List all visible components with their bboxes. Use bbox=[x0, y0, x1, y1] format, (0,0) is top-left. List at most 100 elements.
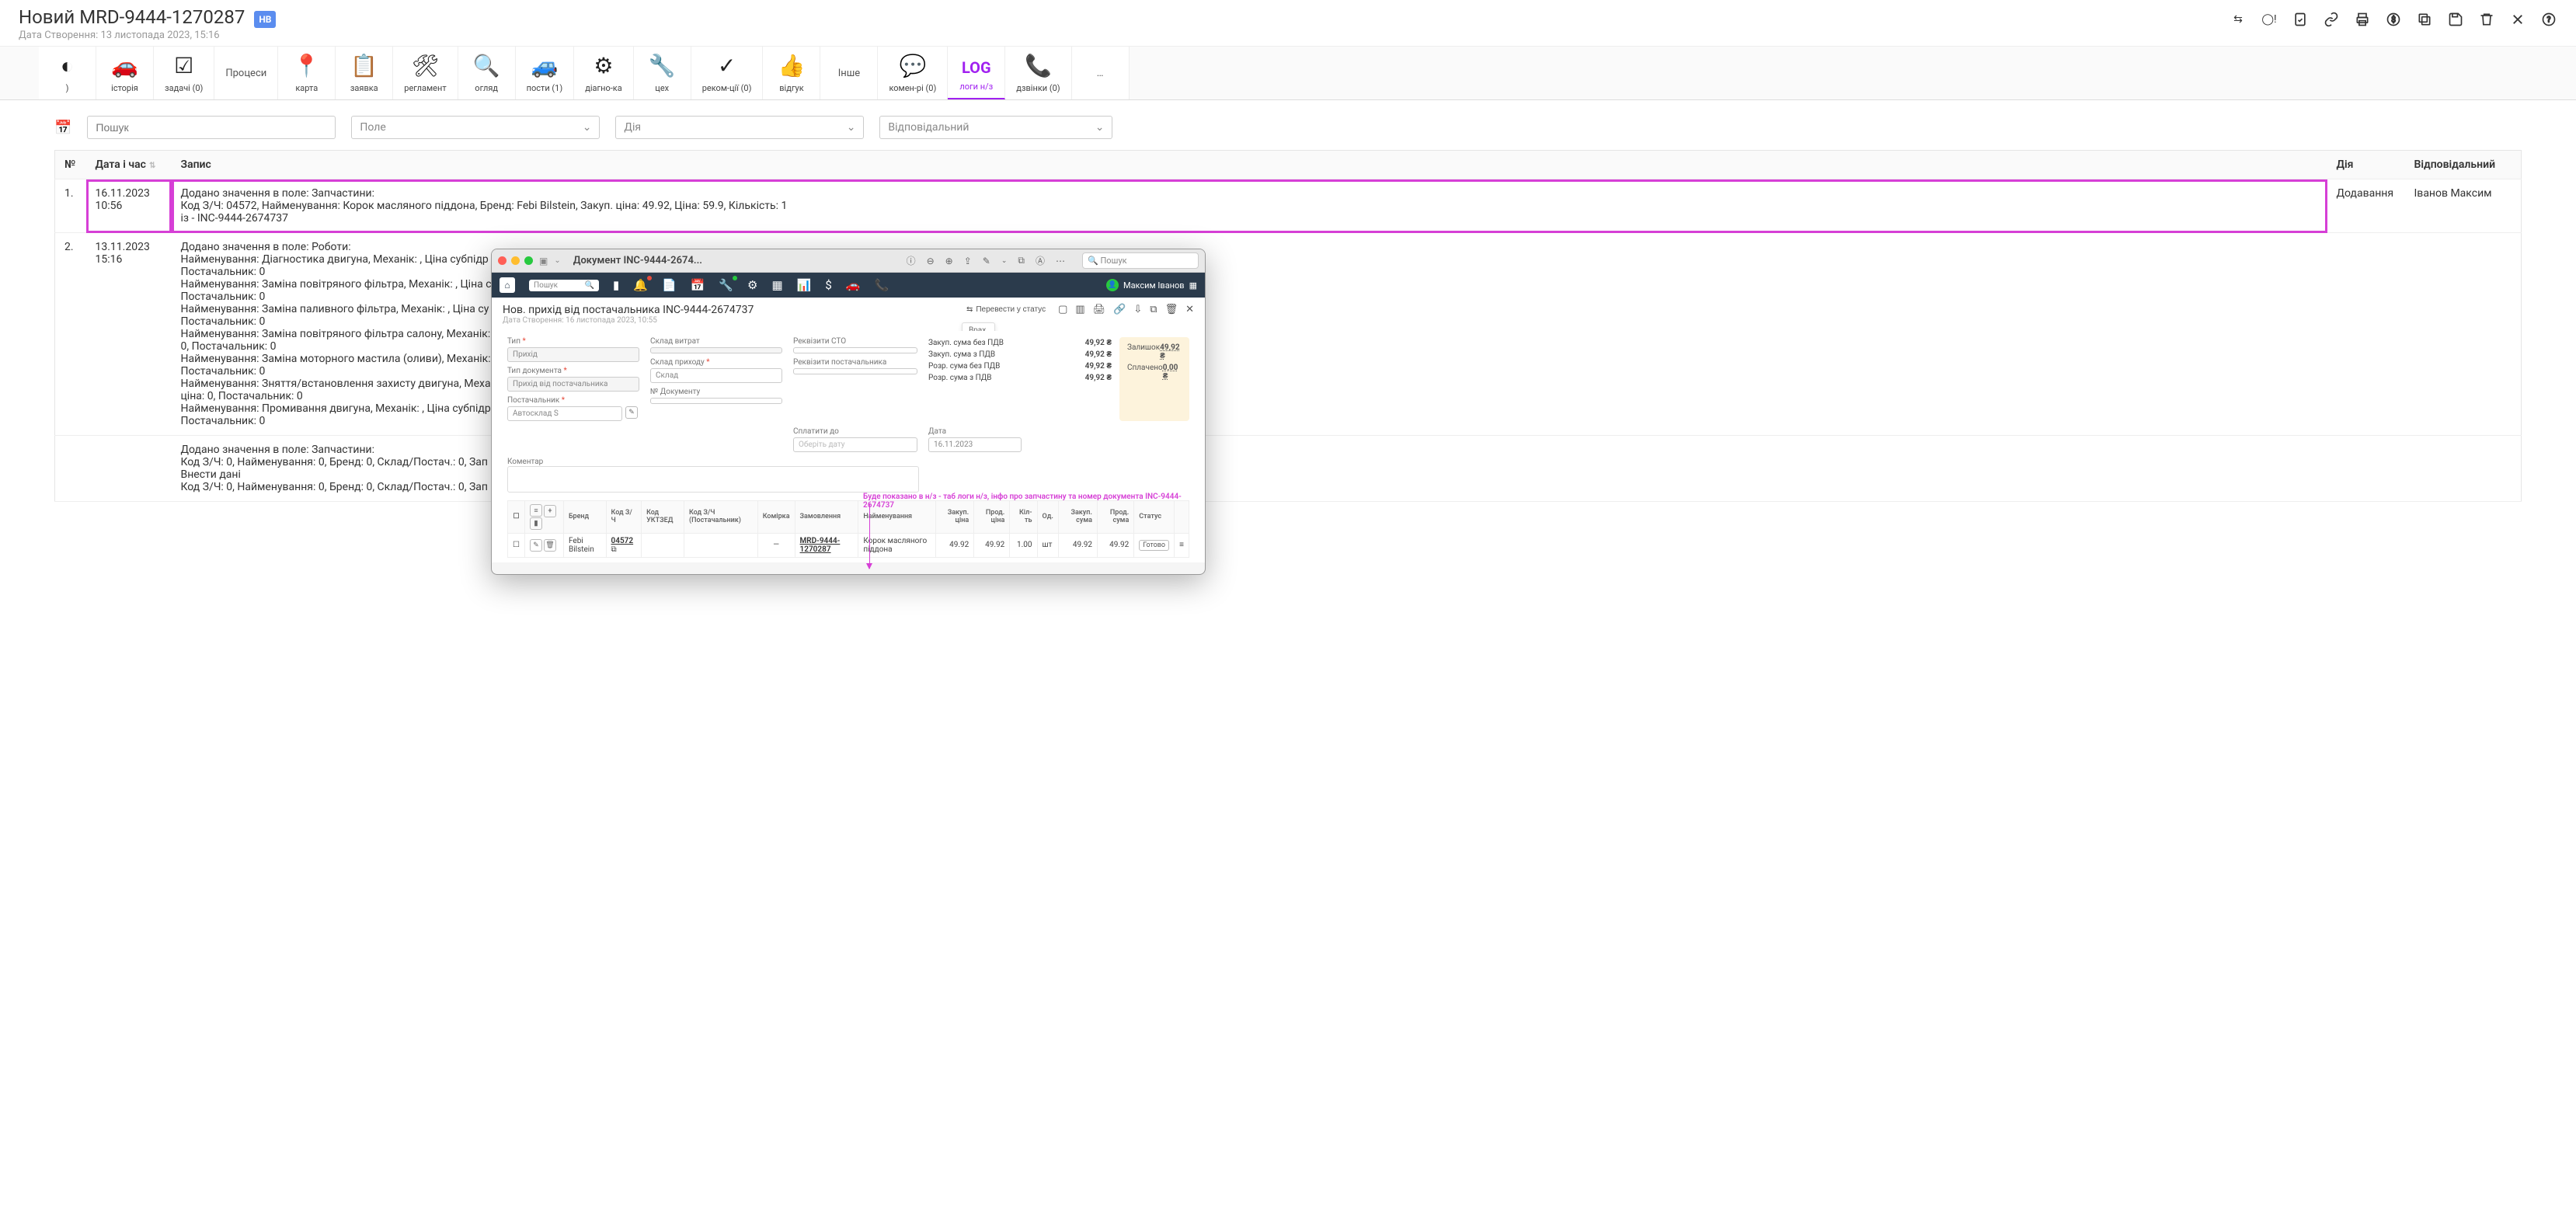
date-input[interactable]: 16.11.2023 bbox=[928, 437, 1022, 452]
doc-icon[interactable]: 📄 bbox=[662, 278, 677, 292]
col-order: Замовлення bbox=[795, 501, 858, 534]
exp-store-select[interactable] bbox=[650, 347, 782, 353]
chart-icon[interactable]: 📊 bbox=[797, 278, 812, 292]
sidebar-toggle-icon[interactable]: ▣ bbox=[539, 256, 548, 266]
form-icon[interactable]: ▢ bbox=[1058, 304, 1067, 315]
zoom-out-icon[interactable]: ⊖ bbox=[927, 256, 935, 266]
window-min-icon[interactable] bbox=[511, 256, 520, 265]
search-input[interactable] bbox=[87, 116, 336, 139]
barcode-icon[interactable]: ▮ bbox=[530, 517, 542, 530]
tab-logs[interactable]: LOGлоги н/з bbox=[948, 47, 1005, 99]
tab-cut[interactable]: ◐) bbox=[39, 47, 96, 99]
table-row: 1. 16.11.2023 10:56 Додано значення в по… bbox=[55, 179, 2522, 233]
window-max-icon[interactable] bbox=[524, 256, 533, 265]
zoom-in-icon[interactable]: ⊕ bbox=[945, 256, 953, 266]
field-select[interactable]: Поле⌄ bbox=[351, 116, 600, 139]
alert-icon[interactable]: ◯! bbox=[2261, 11, 2278, 28]
text-icon[interactable]: ⋯ bbox=[1056, 256, 1065, 266]
doctype-select[interactable]: Прихід від постачальника bbox=[507, 377, 639, 392]
money-icon[interactable]: $ bbox=[825, 278, 831, 292]
barcode-icon[interactable]: ▮ bbox=[613, 278, 619, 292]
save-icon[interactable] bbox=[2447, 11, 2464, 28]
trash-icon[interactable] bbox=[2478, 11, 2495, 28]
status-button[interactable]: ⇆ Перевести у статус bbox=[962, 305, 1050, 315]
tab-posts[interactable]: 🚙пости (1) bbox=[516, 47, 575, 99]
page-title: Новий MRD-9444-1270287 bbox=[19, 6, 245, 28]
cell-order[interactable]: MRD-9444-1270287 bbox=[795, 533, 858, 557]
tab-more[interactable]: … bbox=[1072, 47, 1130, 99]
tab-regulation[interactable]: 🛠регламент bbox=[393, 47, 458, 99]
info-icon[interactable]: ⓘ bbox=[907, 254, 916, 267]
action-select[interactable]: Дія⌄ bbox=[615, 116, 864, 139]
col-checkbox[interactable]: ☐ bbox=[508, 501, 525, 534]
export-icon[interactable]: ⇩ bbox=[1133, 304, 1142, 315]
type-select[interactable]: Прихід bbox=[507, 347, 639, 362]
list-icon[interactable]: ≡ bbox=[530, 504, 542, 517]
edit-icon[interactable]: ✎ bbox=[983, 256, 990, 266]
edit-supplier-icon[interactable]: ✎ bbox=[625, 406, 638, 419]
tab-map[interactable]: 📍карта bbox=[278, 47, 336, 99]
car-icon[interactable]: 🚗 bbox=[846, 278, 861, 292]
trash-icon[interactable]: 🗑 bbox=[1165, 304, 1178, 315]
inc-store-select[interactable]: Склад bbox=[650, 368, 782, 383]
docno-input[interactable] bbox=[650, 398, 782, 404]
close-icon[interactable] bbox=[2509, 11, 2526, 28]
supplier-select[interactable]: Автосклад S bbox=[507, 406, 622, 421]
copy-icon[interactable] bbox=[2416, 11, 2433, 28]
bell-icon[interactable]: 🔔 bbox=[633, 278, 648, 292]
delete-row-icon[interactable]: 🗑 bbox=[544, 539, 556, 552]
chevron-down-icon[interactable]: ⌄ bbox=[554, 256, 560, 265]
edit-row-icon[interactable]: ✎ bbox=[530, 539, 542, 552]
comment-input[interactable] bbox=[507, 466, 919, 493]
gear-icon[interactable]: ⚙ bbox=[747, 278, 757, 292]
sto-select[interactable] bbox=[793, 347, 917, 353]
doc-check-icon[interactable] bbox=[2292, 11, 2309, 28]
row-menu-icon[interactable]: ≡ bbox=[1175, 533, 1189, 557]
link-icon[interactable]: 🔗 bbox=[1113, 304, 1126, 315]
tab-inspection[interactable]: 🔍огляд bbox=[458, 47, 516, 99]
col-sup: Код З/Ч (Постачальник) bbox=[684, 501, 758, 534]
pay-date-input[interactable]: Оберіть дату bbox=[793, 437, 917, 452]
chevron-down-icon[interactable]: ⌄ bbox=[1001, 257, 1008, 265]
swap-icon[interactable]: ⇆ bbox=[2230, 11, 2247, 28]
schedule-icon[interactable]: ▦ bbox=[771, 278, 782, 292]
user-menu[interactable]: 👤 Максим Іванов ▦ bbox=[1106, 279, 1197, 291]
help-icon[interactable]: ? bbox=[2540, 11, 2557, 28]
print-icon[interactable]: 🖨 bbox=[1093, 304, 1106, 315]
calendar-icon[interactable]: 📅 bbox=[54, 120, 71, 136]
responsible-select[interactable]: Відповідальний⌄ bbox=[879, 116, 1112, 139]
calendar-icon[interactable]: 📅 bbox=[691, 278, 705, 292]
tab-request[interactable]: 📋заявка bbox=[336, 47, 393, 99]
tab-other[interactable]: Інше bbox=[820, 47, 878, 99]
tab-history[interactable]: 🚗історія bbox=[96, 47, 154, 99]
tab-recom[interactable]: ✓реком-ції (0) bbox=[691, 47, 764, 99]
phone-icon[interactable]: 📞 bbox=[874, 278, 889, 292]
add-icon[interactable]: + bbox=[544, 505, 556, 517]
tab-comments[interactable]: 💬комен-рі (0) bbox=[878, 47, 948, 99]
tab-feedback[interactable]: 👍відгук bbox=[763, 47, 820, 99]
money-icon[interactable]: $ bbox=[2385, 11, 2402, 28]
sup-req-select[interactable] bbox=[793, 368, 917, 374]
window-search[interactable]: 🔍 Пошук bbox=[1082, 252, 1199, 269]
col-date[interactable]: Дата і час⇅ bbox=[86, 151, 172, 179]
home-icon[interactable]: ⌂ bbox=[500, 277, 515, 293]
print-icon[interactable] bbox=[2354, 11, 2371, 28]
tab-diag[interactable]: ⚙діагно-ка bbox=[574, 47, 634, 99]
apps-icon[interactable]: ▦ bbox=[1189, 280, 1197, 291]
tab-processes[interactable]: Процеси bbox=[214, 47, 278, 99]
window-close-icon[interactable] bbox=[498, 256, 506, 265]
link-icon[interactable] bbox=[2323, 11, 2340, 28]
app-search[interactable]: Пошук🔍 bbox=[529, 280, 599, 291]
tab-tasks[interactable]: ☑задачі (0) bbox=[154, 47, 214, 99]
copy-icon[interactable]: ⧉ bbox=[1150, 304, 1157, 315]
cell-code[interactable]: 04572 ⧉ bbox=[606, 533, 642, 557]
tab-shop[interactable]: 🔧цех bbox=[634, 47, 691, 99]
barcode-icon[interactable]: ▥ bbox=[1075, 304, 1084, 315]
highlight-icon[interactable]: Ⓐ bbox=[1036, 254, 1045, 267]
share-icon[interactable]: ⇪ bbox=[964, 256, 972, 266]
tab-calls[interactable]: 📞дзвінки (0) bbox=[1005, 47, 1071, 99]
wrench-icon[interactable]: 🔧 bbox=[719, 278, 733, 292]
close-icon[interactable]: ✕ bbox=[1185, 304, 1194, 315]
copy-icon[interactable]: ⧉ bbox=[1018, 255, 1025, 266]
row-checkbox[interactable]: ☐ bbox=[508, 533, 525, 557]
